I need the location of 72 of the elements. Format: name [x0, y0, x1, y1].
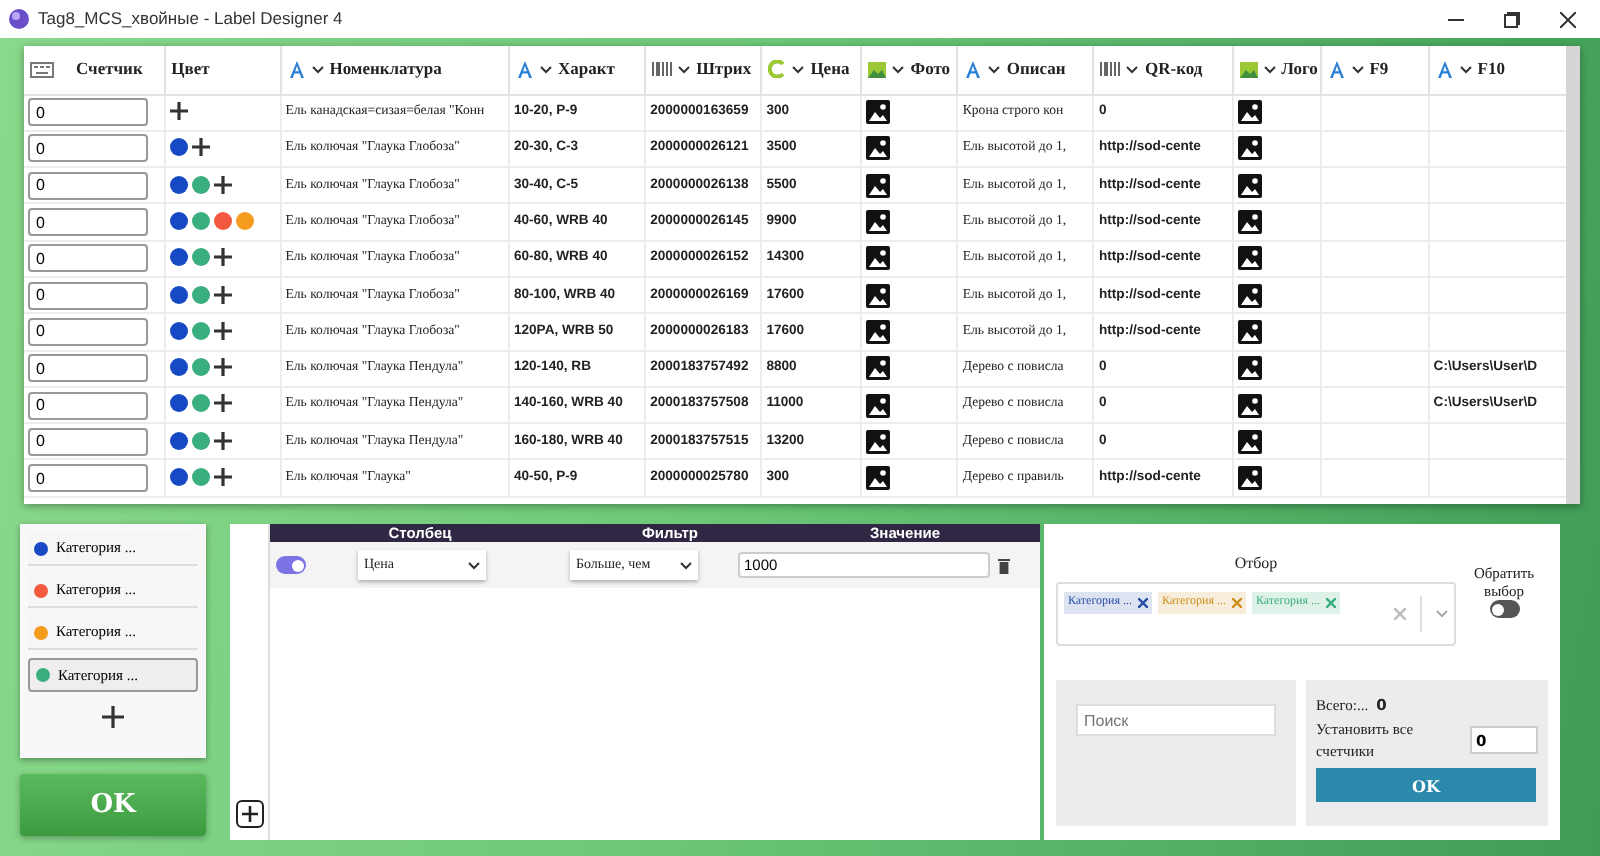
column-header[interactable]: Цвет — [171, 56, 210, 83]
caret-icon — [539, 65, 552, 74]
caret-icon — [468, 561, 480, 569]
barcode-icon — [1100, 62, 1121, 77]
counter-field[interactable]: 0 — [28, 391, 148, 420]
maximize-icon — [1504, 11, 1520, 27]
counter-field[interactable]: 0 — [28, 427, 148, 456]
column-header[interactable]: Номенклатура — [329, 56, 442, 83]
column-header[interactable]: Описан — [1006, 56, 1066, 83]
counter-field[interactable]: 0 — [28, 317, 148, 346]
column-header[interactable]: Лого — [1281, 56, 1318, 83]
add-color-icon[interactable] — [169, 102, 188, 121]
image-type-icon — [868, 61, 887, 78]
app-icon — [8, 8, 30, 30]
counter-field[interactable]: 0 — [28, 281, 148, 310]
caret-icon — [792, 65, 805, 74]
window-title: Tag8_MCS_хвойные - Label Designer 4 — [38, 6, 343, 32]
column-header[interactable]: Штрих — [696, 56, 752, 83]
caret-icon — [988, 65, 1001, 74]
column-header[interactable]: F9 — [1369, 56, 1389, 83]
close-icon[interactable] — [1138, 598, 1148, 608]
caret-icon — [1351, 65, 1364, 74]
caret-icon — [678, 65, 691, 74]
text-type-icon — [964, 60, 983, 79]
column-header[interactable]: Счетчик — [76, 56, 143, 83]
add-color-icon[interactable] — [213, 431, 232, 450]
plus-icon — [241, 806, 257, 822]
text-type-icon — [287, 60, 306, 79]
caret-icon — [1459, 65, 1472, 74]
barcode-icon — [652, 62, 673, 77]
caret-icon — [1436, 610, 1448, 618]
caret-icon — [1263, 65, 1276, 74]
text-type-icon — [1435, 60, 1454, 79]
keyboard-icon — [30, 61, 54, 78]
ok-button[interactable]: OK — [1316, 768, 1536, 802]
text-type-icon — [515, 60, 534, 79]
caret-icon — [311, 65, 324, 74]
add-filter-button[interactable] — [235, 800, 263, 828]
image-type-icon — [1239, 61, 1258, 78]
close-icon — [1560, 11, 1576, 27]
counter-field[interactable]: 0 — [28, 244, 148, 273]
text-type-icon — [1327, 60, 1346, 79]
add-color-icon[interactable] — [213, 358, 232, 377]
counter-field[interactable]: 0 — [28, 354, 148, 383]
scrollbar[interactable] — [1566, 46, 1580, 504]
add-color-icon[interactable] — [213, 394, 232, 413]
counter-field[interactable]: 0 — [28, 98, 148, 127]
add-color-icon[interactable] — [213, 248, 232, 267]
column-header[interactable]: QR-код — [1144, 56, 1203, 83]
caret-icon — [892, 65, 905, 74]
search-field[interactable]: Поиск — [1076, 704, 1276, 736]
add-color-icon[interactable] — [213, 321, 232, 340]
column-header[interactable]: Цена — [810, 56, 850, 83]
caret-icon — [1126, 65, 1139, 74]
counter-field[interactable]: 0 — [28, 208, 148, 237]
add-color-icon[interactable] — [213, 175, 232, 194]
column-header[interactable]: Фото — [910, 56, 951, 83]
counter-field[interactable]: 0 — [28, 134, 148, 163]
column-header[interactable]: F10 — [1477, 56, 1505, 83]
selection-label: Отбор — [1234, 554, 1278, 572]
caret-icon — [680, 561, 692, 569]
toggle-switch[interactable] — [276, 556, 306, 574]
toggle-switch[interactable] — [1489, 600, 1519, 618]
counter-field[interactable]: 0 — [28, 171, 148, 200]
trash-icon[interactable] — [998, 557, 1010, 573]
add-color-icon[interactable] — [213, 467, 232, 486]
column-header[interactable]: Характ — [557, 56, 615, 83]
add-color-icon[interactable] — [191, 138, 210, 157]
add-color-icon[interactable] — [213, 285, 232, 303]
coin-icon — [768, 60, 787, 79]
add-category-icon[interactable] — [102, 706, 124, 728]
counter-field[interactable]: 0 — [28, 464, 148, 493]
